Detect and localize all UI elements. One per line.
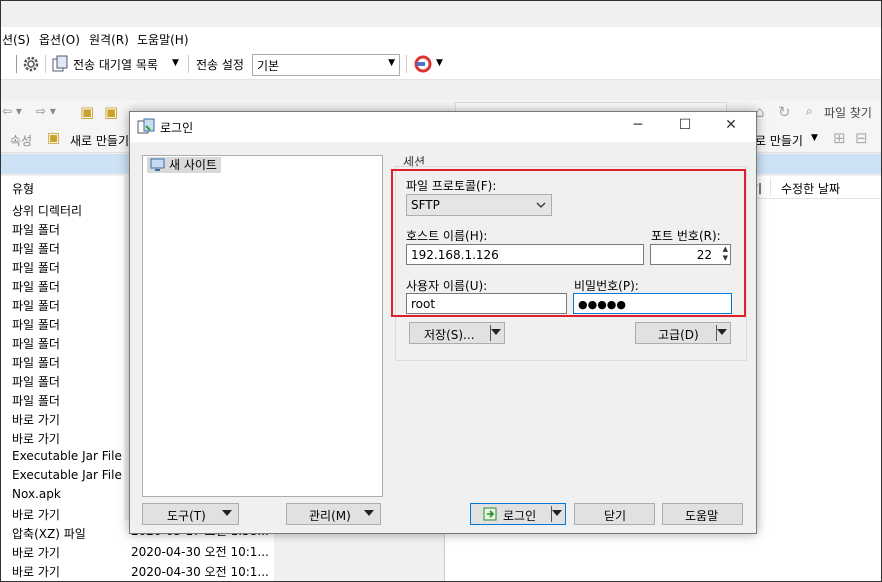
remote-file-list [445,532,745,582]
plus-icon[interactable]: ⊞ [833,129,846,147]
list-item[interactable]: 바로 가기 [12,544,60,561]
save-button[interactable]: 저장(S)... [409,322,505,344]
chevron-down-icon[interactable]: ▼ [172,58,179,68]
remote-column-area: 기 수정한 날짜 [745,176,882,582]
list-item[interactable]: 파일 폴더 [12,373,60,390]
list-item[interactable]: 파일 폴더 [12,259,60,276]
sync-icon[interactable] [413,54,433,74]
find-files-label[interactable]: 파일 찾기 [824,104,872,121]
properties-label[interactable]: 속성 [10,132,32,149]
back-arrow-icon[interactable]: ⇦ ▾ [2,104,22,118]
parent-folder-icon[interactable]: ▣ [80,103,94,121]
panel-splitter[interactable] [274,532,445,582]
help-button[interactable]: 도움말 [662,503,743,525]
toolbar-grip [16,55,17,73]
column-modified[interactable]: 수정한 날짜 [781,180,840,197]
close-button-label: 닫기 [604,509,627,523]
root-folder-icon[interactable]: ▣ [104,103,118,121]
chevron-down-icon [552,510,562,516]
minus-icon[interactable]: ⊟ [855,129,868,147]
login-button[interactable]: 로그인 [470,503,566,525]
list-item[interactable]: 파일 폴더 [12,354,60,371]
chevron-down-icon[interactable]: ▼ [436,58,443,68]
transfer-settings-select[interactable]: 기본 ▼ [252,54,400,76]
help-button-label: 도움말 [685,509,719,523]
chevron-down-icon [222,510,232,516]
close-icon[interactable]: ✕ [721,117,741,133]
site-tree[interactable]: 새 사이트 [142,155,383,497]
list-item[interactable]: Executable Jar File [12,468,122,482]
list-item[interactable]: 파일 폴더 [12,297,60,314]
list-item[interactable]: 파일 폴더 [12,316,60,333]
login-button-label: 로그인 [503,509,537,523]
chevron-down-icon [491,329,501,335]
tools-button[interactable]: 도구(T) [142,503,239,525]
login-icon [483,507,497,521]
main-toolbar: 전송 대기열 목록 ▼ 전송 설정 기본 ▼ ▼ [0,49,882,80]
chevron-down-icon: ▼ [388,58,395,68]
list-item[interactable]: 파일 폴더 [12,335,60,352]
chevron-down-icon[interactable]: ▼ [811,133,818,143]
menu-bar: 션(S) 옵션(O) 원격(R) 도움말(H) [0,27,882,49]
manage-button[interactable]: 관리(M) [286,503,381,525]
list-item[interactable]: 상위 디렉터리 [12,202,82,219]
highlight-box [391,169,746,317]
close-button[interactable]: 닫기 [574,503,655,525]
menu-help[interactable]: 도움말(H) [137,31,189,48]
list-item[interactable]: 파일 폴더 [12,392,60,409]
menu-session[interactable]: 션(S) [2,31,30,48]
monitor-icon [150,158,165,171]
transfer-settings-value: 기본 [257,59,280,73]
date-cell: 2020-04-30 오전 10:1... [131,565,269,579]
manage-button-label: 관리(M) [309,509,351,523]
login-dialog: 로그인 ─ ☐ ✕ 새 사이트 도구(T) 관리(M) 세션 파일 프로토콜(F… [129,111,757,534]
list-item[interactable]: 압축(XZ) 파일 [12,525,86,542]
list-item[interactable]: 파일 폴더 [12,240,60,257]
tree-item-new-site[interactable]: 새 사이트 [147,157,221,173]
menu-remote[interactable]: 원격(R) [89,31,129,48]
refresh-icon[interactable]: ↻ [778,103,791,121]
local-column-header: 유형 [0,176,124,199]
minimize-icon[interactable]: ─ [628,117,648,133]
list-item[interactable]: Nox.apk [12,487,61,501]
chevron-down-icon [717,329,727,335]
column-type[interactable]: 유형 [12,180,34,197]
list-item[interactable]: 바로 가기 [12,411,60,428]
save-button-label: 저장(S)... [424,328,475,342]
dialog-title: 로그인 [160,121,194,135]
list-item[interactable]: 파일 폴더 [12,221,60,238]
remote-new-label[interactable]: 로 만들기 [755,132,803,149]
queue-icon[interactable] [51,55,69,73]
list-item[interactable]: 바로 가기 [12,506,60,523]
transfer-settings-label: 전송 설정 [196,58,244,72]
tools-button-label: 도구(T) [167,509,206,523]
search-icon: ⌕ [806,104,813,118]
gear-icon[interactable] [22,55,40,73]
list-item[interactable]: Executable Jar File [12,449,122,463]
maximize-icon[interactable]: ☐ [675,117,695,133]
list-item[interactable]: 파일 폴더 [12,278,60,295]
queue-list-label[interactable]: 전송 대기열 목록 [73,56,158,73]
local-file-list: 상위 디렉터리 파일 폴더 파일 폴더 파일 폴더 파일 폴더 파일 폴더 파일… [0,198,124,582]
date-cell: 2020-04-30 오전 10:1... [131,545,269,559]
tree-item-label: 새 사이트 [169,158,217,172]
chevron-down-icon [364,510,374,516]
advanced-button[interactable]: 고급(D) [635,322,731,344]
forward-arrow-icon[interactable]: ⇨ ▾ [36,104,56,118]
list-item[interactable]: 바로 가기 [12,430,60,447]
list-item[interactable]: 바로 가기 [12,563,60,580]
advanced-button-label: 고급(D) [658,328,699,342]
dialog-titlebar[interactable]: 로그인 ─ ☐ ✕ [130,112,756,142]
new-button-label[interactable]: 새로 만들기 [70,132,129,149]
winscp-logo-icon [137,118,155,134]
new-folder-icon: ▣ [47,130,61,146]
menu-options[interactable]: 옵션(O) [39,31,80,48]
